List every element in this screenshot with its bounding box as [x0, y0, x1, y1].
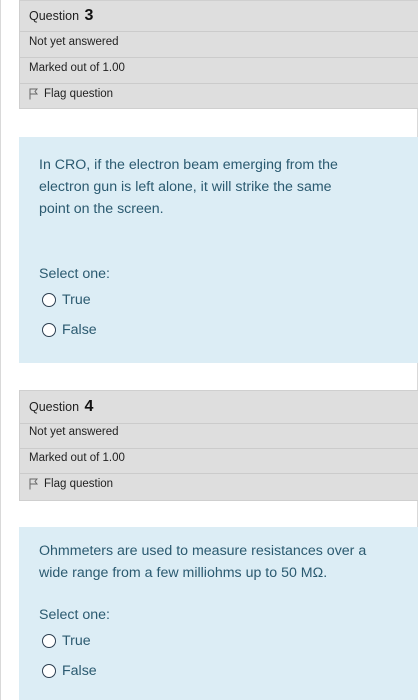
radio-unchecked-icon[interactable] [42, 634, 56, 648]
question-3-info: Question 3 Not yet answered Marked out o… [19, 0, 418, 109]
flag-icon [29, 478, 38, 490]
question-4-content: Ohmmeters are used to measure resistance… [19, 527, 418, 700]
question-3-state: Not yet answered [29, 36, 119, 48]
flag-question-label: Flag question [44, 478, 114, 490]
question-4-marks: Marked out of 1.00 [29, 452, 125, 464]
divider [20, 31, 418, 32]
question-3-content: In CRO, if the electron beam emerging fr… [19, 137, 418, 363]
question-4-state: Not yet answered [29, 426, 119, 438]
question-label-text: Question [29, 400, 80, 414]
question-number: 3 [84, 7, 94, 24]
question-4-info: Question 4 Not yet answered Marked out o… [19, 390, 418, 501]
divider [20, 473, 418, 474]
flag-question-3-link[interactable]: Flag question [29, 88, 113, 100]
flag-question-label: Flag question [44, 88, 114, 100]
option-label: False [62, 322, 97, 338]
select-one-label: Select one: [39, 266, 110, 282]
radio-unchecked-icon[interactable] [42, 323, 56, 337]
select-one-label: Select one: [39, 607, 110, 623]
question-3-option-true[interactable]: True [42, 292, 91, 308]
option-label: True [62, 292, 91, 308]
question-3-option-false[interactable]: False [42, 322, 97, 338]
option-label: False [62, 663, 97, 679]
radio-unchecked-icon[interactable] [42, 664, 56, 678]
question-3-marks: Marked out of 1.00 [29, 62, 125, 74]
question-3-text: In CRO, if the electron beam emerging fr… [39, 157, 338, 217]
option-label: True [62, 633, 91, 649]
divider [20, 83, 418, 84]
quiz-page: Question 3 Not yet answered Marked out o… [0, 0, 418, 700]
radio-unchecked-icon[interactable] [42, 293, 56, 307]
question-4-text: Ohmmeters are used to measure resistance… [39, 543, 367, 581]
question-label-text: Question [29, 9, 80, 23]
question-3-label: Question 3 [29, 7, 93, 25]
divider [20, 57, 418, 58]
question-4-label: Question 4 [29, 398, 93, 416]
divider [20, 423, 418, 424]
flag-question-4-link[interactable]: Flag question [29, 478, 113, 490]
question-4-option-true[interactable]: True [42, 633, 91, 649]
question-number: 4 [84, 398, 94, 415]
divider [20, 448, 418, 449]
flag-icon [29, 88, 38, 100]
question-4-option-false[interactable]: False [42, 663, 97, 679]
